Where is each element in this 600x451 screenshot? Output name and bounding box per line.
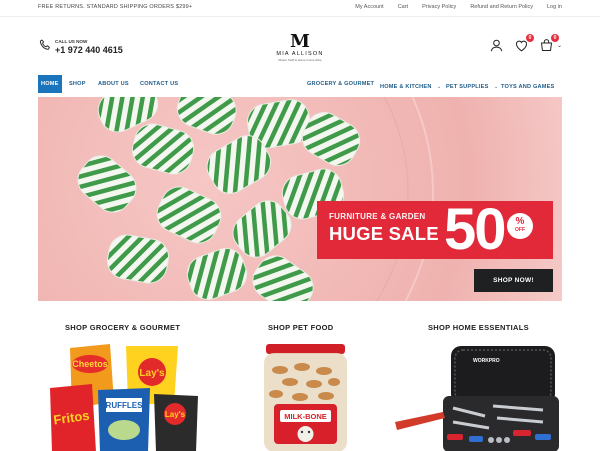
ruffles-label: RUFFLES bbox=[106, 401, 144, 410]
call-us-block: CALL US NOW +1 972 440 4615 bbox=[38, 38, 123, 57]
phone-number[interactable]: +1 972 440 4615 bbox=[55, 46, 123, 55]
shipping-promo-text: FREE RETURNS. STANDARD SHIPPING ORDERS $… bbox=[38, 4, 193, 10]
logo-tagline: Where Stuff & Home Come Alive bbox=[278, 58, 322, 62]
cart-link[interactable]: Cart bbox=[398, 4, 408, 10]
chevron-down-icon[interactable]: ⌄ bbox=[557, 42, 562, 49]
nav-home-kitchen[interactable]: HOME & KITCHEN bbox=[380, 84, 432, 90]
logo-monogram: M bbox=[290, 31, 310, 52]
refund-policy-link[interactable]: Refund and Return Policy bbox=[470, 4, 533, 10]
account-icon[interactable] bbox=[489, 38, 504, 53]
sale-discount-number: 50 bbox=[444, 197, 506, 262]
off-label: OFF bbox=[515, 227, 525, 233]
sale-headline: HUGE SALE bbox=[329, 223, 439, 244]
workpro-label: WORKPRO bbox=[473, 358, 500, 364]
call-us-label: CALL US NOW bbox=[55, 38, 88, 44]
milkbone-label: MILK-BONE bbox=[284, 412, 327, 421]
sale-subtitle: FURNITURE & GARDEN bbox=[329, 212, 426, 221]
privacy-policy-link[interactable]: Privacy Policy bbox=[422, 4, 456, 10]
hero-banner[interactable]: FURNITURE & GARDEN HUGE SALE 50 % OFF SH… bbox=[38, 97, 562, 301]
cart-count-badge: 0 bbox=[550, 34, 559, 42]
chips-assortment-image: Cheetos Lay's Fritos RUFFLES Lay's bbox=[50, 344, 198, 451]
nav-home-kitchen-group: HOME & KITCHEN ⌄ bbox=[380, 75, 441, 96]
category-title[interactable]: SHOP GROCERY & GOURMET bbox=[65, 323, 180, 332]
logo-name: MIA ALLISON bbox=[276, 51, 324, 57]
percent-sign: % bbox=[515, 216, 525, 227]
wishlist-icon[interactable]: 0 bbox=[514, 34, 534, 53]
nav-grocery-gourmet[interactable]: GROCERY & GOURMET bbox=[307, 75, 374, 93]
top-bar: FREE RETURNS. STANDARD SHIPPING ORDERS $… bbox=[0, 0, 600, 17]
dog-treat-jar-image: MILK-BONE bbox=[264, 344, 347, 451]
toolkit-image: WORKPRO bbox=[395, 346, 559, 451]
shop-now-button[interactable]: SHOP NOW! bbox=[474, 269, 553, 292]
chevron-down-icon: ⌄ bbox=[437, 84, 442, 90]
my-account-link[interactable]: My Account bbox=[355, 4, 383, 10]
phone-icon bbox=[38, 38, 52, 57]
nav-toys-games[interactable]: TOYS AND GAMES bbox=[501, 84, 554, 90]
cart-icon[interactable]: 0 bbox=[539, 34, 559, 53]
lays-label: Lay's bbox=[139, 368, 165, 379]
nav-shop[interactable]: SHOP bbox=[69, 75, 86, 93]
cheetos-label: Cheetos bbox=[72, 359, 108, 369]
nav-contact-us[interactable]: CONTACT US bbox=[140, 75, 178, 93]
sale-banner: FURNITURE & GARDEN HUGE SALE 50 % OFF bbox=[317, 197, 553, 262]
category-title[interactable]: SHOP PET FOOD bbox=[268, 323, 333, 332]
main-nav: HOME SHOP ABOUT US CONTACT US GROCERY & … bbox=[38, 75, 562, 111]
login-link[interactable]: Log in bbox=[547, 4, 562, 10]
top-links: My Account Cart Privacy Policy Refund an… bbox=[341, 4, 562, 10]
percent-off-badge: % OFF bbox=[507, 213, 533, 239]
nav-home[interactable]: HOME bbox=[38, 75, 62, 93]
site-logo[interactable]: M MIA ALLISON Where Stuff & Home Come Al… bbox=[270, 31, 330, 63]
category-title[interactable]: SHOP HOME ESSENTIALS bbox=[428, 323, 529, 332]
chevron-down-icon: ⌄ bbox=[493, 84, 499, 90]
nav-about-us[interactable]: ABOUT US bbox=[98, 75, 129, 93]
nav-pet-supplies-group: PET SUPPLIES ⌄ bbox=[446, 75, 498, 96]
header-icons: 0 0 ⌄ bbox=[489, 34, 562, 53]
nav-pet-supplies[interactable]: PET SUPPLIES bbox=[446, 84, 489, 90]
wishlist-count-badge: 0 bbox=[525, 34, 534, 42]
lays-bbq-label: Lay's bbox=[165, 410, 186, 419]
